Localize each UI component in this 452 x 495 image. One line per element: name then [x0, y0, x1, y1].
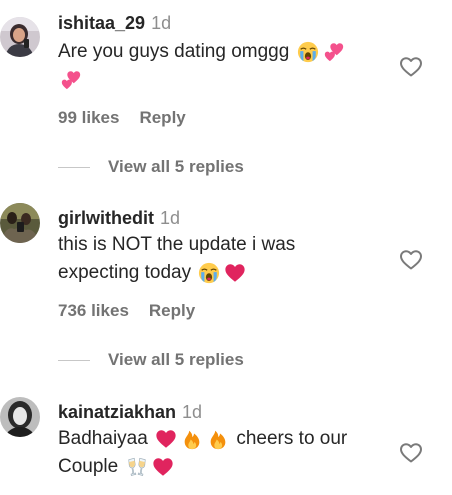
comment-text-part: cheers to our: [236, 428, 348, 449]
red-heart-emoji-icon: [155, 428, 177, 450]
avatar[interactable]: [0, 203, 40, 243]
fire-emoji-icon: [181, 428, 203, 450]
fire-emoji-icon: [207, 428, 229, 450]
view-replies-button[interactable]: View all 5 replies: [58, 157, 244, 177]
comment-meta: 736 likes Reply: [58, 301, 195, 321]
comment-text: Badhaiyaa cheers to our Couple: [58, 425, 388, 481]
timestamp: 1d: [160, 208, 181, 228]
reply-button[interactable]: Reply: [139, 108, 185, 127]
two-hearts-emoji-icon: [323, 41, 345, 63]
timestamp: 1d: [182, 402, 203, 422]
comment-header: girlwithedit 1d: [58, 207, 180, 231]
view-replies-label: View all 5 replies: [108, 157, 244, 176]
heart-outline-icon[interactable]: [398, 55, 424, 79]
avatar[interactable]: [0, 397, 40, 437]
crying-face-emoji-icon: [297, 41, 319, 63]
view-replies-label: View all 5 replies: [108, 350, 244, 369]
comment-text-part: expecting today: [58, 262, 192, 283]
comments-panel: ishitaa_29 1d Are you guys dating omggg 9…: [0, 0, 452, 495]
comment-text-part: Badhaiyaa: [58, 428, 148, 449]
heart-outline-icon[interactable]: [398, 441, 424, 465]
view-replies-button[interactable]: View all 5 replies: [58, 350, 244, 370]
heart-outline-icon[interactable]: [398, 248, 424, 272]
comment-header: ishitaa_29 1d: [58, 12, 171, 36]
crying-face-emoji-icon: [198, 262, 220, 284]
comment-header: kainatziakhan 1d: [58, 401, 202, 425]
username[interactable]: kainatziakhan: [58, 402, 176, 422]
username[interactable]: girlwithedit: [58, 208, 154, 228]
username[interactable]: ishitaa_29: [58, 13, 145, 33]
like-count[interactable]: 736 likes: [58, 301, 129, 320]
reply-button[interactable]: Reply: [149, 301, 195, 320]
comment-meta: 99 likes Reply: [58, 108, 186, 128]
red-heart-emoji-icon: [152, 456, 174, 478]
comment-text-part: Are you guys dating omggg: [58, 41, 290, 62]
clinking-glasses-emoji-icon: [126, 456, 148, 478]
avatar[interactable]: [0, 17, 40, 57]
comment-text-part: this is NOT the update i was: [58, 234, 296, 255]
divider-line: [58, 360, 90, 362]
comment-text: Are you guys dating omggg: [58, 38, 388, 94]
two-hearts-emoji-icon: [60, 69, 82, 91]
divider-line: [58, 167, 90, 169]
like-count[interactable]: 99 likes: [58, 108, 119, 127]
timestamp: 1d: [151, 13, 172, 33]
red-heart-emoji-icon: [224, 262, 246, 284]
comment-text-part: Couple: [58, 456, 119, 477]
comment-text: this is NOT the update i was expecting t…: [58, 231, 388, 287]
